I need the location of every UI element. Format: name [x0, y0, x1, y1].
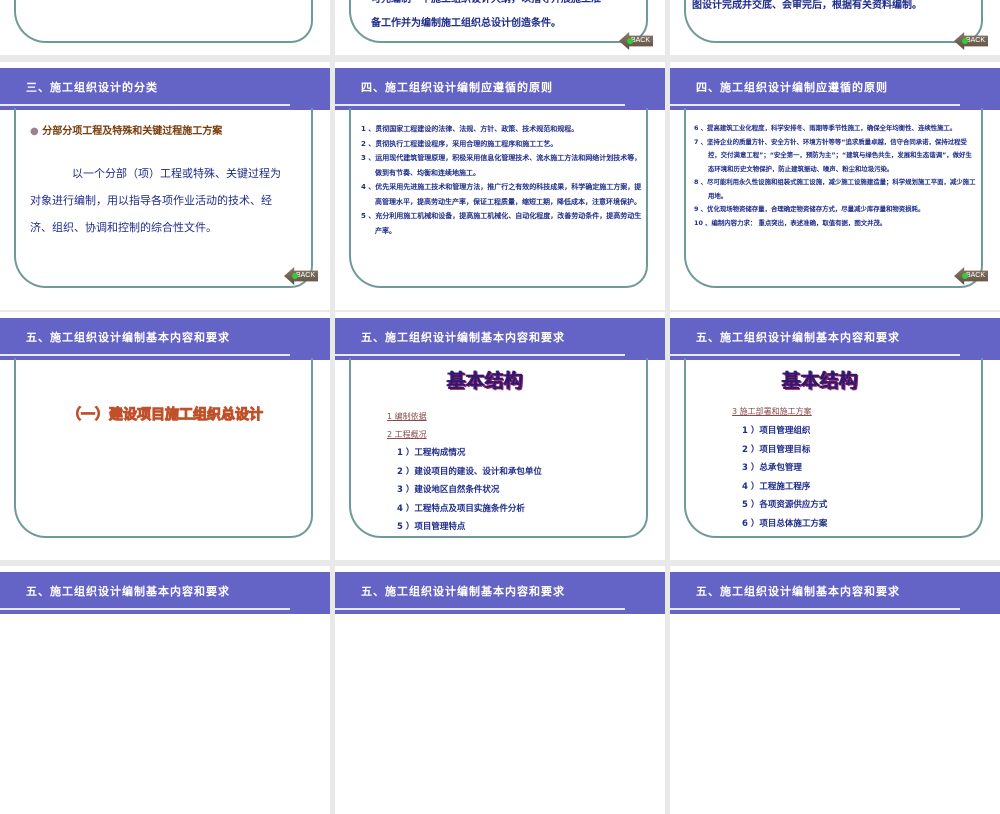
list-item: 7 、坚持企业的质量方针、安全方针、环境方针等等“追求质量卓越，信守合同承诺，保…	[694, 137, 972, 173]
list-item: 10 、编制内容力求： 重点突出，表述准确，取值有据，图文并茂。	[694, 218, 887, 227]
slide-thumbnail-7[interactable]: 五、施工组织设计编制基本内容和要求 （一）建设项目施工组织总设计	[0, 312, 330, 560]
list-item: 3 、运用现代建筑管理原理，积极采用信息化管理技术、流水施工方法和网络计划技术等…	[361, 154, 642, 177]
slide-title: 五、施工组织设计编制基本内容和要求	[26, 331, 230, 344]
slide-bullet: 分部分项工程及特殊和关键过程施工方案	[42, 126, 223, 137]
slide-title: 五、施工组织设计编制基本内容和要求	[361, 331, 565, 344]
list-item: 2 ）项目管理目标	[742, 444, 811, 455]
slide-thumbnail-5[interactable]: 四、施工组织设计编制应遵循的原则 1 、贯彻国家工程建设的法律、法规、方针、政策…	[335, 62, 665, 310]
slide-text: 可先编制一个施工组织设计大纲，以指导开展施工准	[371, 0, 601, 12]
slide-heading: 基本结构	[446, 370, 523, 392]
bullet-icon: ●	[30, 126, 39, 137]
slide-title: 三、施工组织设计的分类	[26, 81, 158, 94]
slide-title: 五、施工组织设计编制基本内容和要求	[696, 585, 900, 598]
list-item: 9 、优化现场物资储存量，合理确定物资储存方式，尽量减少库存量和物资损耗。	[694, 205, 925, 213]
list-item: 2 ）建设项目的建设、设计和承包单位	[397, 466, 542, 477]
hyperlink[interactable]: 2 工程概况	[387, 426, 427, 444]
list-item: 4 、优先采用先进施工技术和管理方法，推广行之有效的科技成果，科学确定施工方案，…	[361, 183, 642, 206]
slide-thumbnail-8[interactable]: 五、施工组织设计编制基本内容和要求 基本结构 1 编制依据 2 工程概况 1 ）…	[335, 312, 665, 560]
list-item: 2 、贯彻执行工程建设程序，采用合理的施工程序和施工工艺。	[361, 139, 558, 148]
slide-thumbnail-2[interactable]: 可先编制一个施工组织设计大纲，以指导开展施工准 备工作并为编制施工组织总设计创造…	[335, 0, 665, 55]
list-item: 5 、充分利用施工机械和设备，提高施工机械化、自动化程度，改善劳动条件，提高劳动…	[361, 212, 642, 235]
list-item: 1 、贯彻国家工程建设的法律、法规、方针、政策、技术规范和规程。	[361, 125, 579, 133]
slide-title: 五、施工组织设计编制基本内容和要求	[696, 331, 900, 344]
list-item: 1 ）工程构成情况	[397, 448, 466, 458]
list-item: 4 ）工程特点及项目实施条件分析	[397, 503, 525, 514]
hyperlink[interactable]: 3 施工部署和施工方案	[732, 406, 812, 417]
slide-thumbnail-4[interactable]: 三、施工组织设计的分类 ● 分部分项工程及特殊和关键过程施工方案 以一个分部（项…	[0, 62, 330, 310]
slide-title: 五、施工组织设计编制基本内容和要求	[361, 585, 565, 598]
slide-title: 四、施工组织设计编制应遵循的原则	[361, 81, 553, 94]
slide-thumbnail-6[interactable]: 四、施工组织设计编制应遵循的原则 6 、提高建筑工业化程度，科学安排冬、雨期等季…	[670, 62, 1000, 310]
list-item: 6 、提高建筑工业化程度，科学安排冬、雨期等季节性施工，确保全年均衡性、连续性施…	[694, 124, 957, 132]
slide-text: 备工作并为编制施工组织总设计创造条件。	[371, 18, 561, 29]
slide-thumbnail-1[interactable]	[0, 0, 330, 55]
slide-text: 图设计完成并交底、会审完后，根据有关资料编制。	[692, 0, 922, 11]
slide-thumbnail-10[interactable]: 五、施工组织设计编制基本内容和要求	[0, 566, 330, 814]
slide-thumbnail-3[interactable]: 图设计完成并交底、会审完后，根据有关资料编制。 BACK	[670, 0, 1000, 55]
list-item: 3 ）总承包管理	[742, 463, 802, 473]
slide-title: 四、施工组织设计编制应遵循的原则	[696, 81, 888, 94]
slide-thumbnail-9[interactable]: 五、施工组织设计编制基本内容和要求 基本结构 3 施工部署和施工方案 1 ）项目…	[670, 312, 1000, 560]
list-item: 8 、尽可能利用永久性设施和组装式施工设施，减少施工设施建造量；科学规划施工平面…	[694, 178, 976, 200]
slide-thumbnail-12[interactable]: 五、施工组织设计编制基本内容和要求	[670, 566, 1000, 814]
list-item: 3 ）建设地区自然条件状况	[397, 485, 500, 495]
slide-heading: （一）建设项目施工组织总设计	[67, 407, 264, 424]
hyperlink[interactable]: 1 编制依据	[387, 408, 427, 426]
slide-heading: 基本结构	[781, 370, 858, 392]
slide-title: 五、施工组织设计编制基本内容和要求	[26, 585, 230, 598]
slide-header: 三、施工组织设计的分类	[0, 68, 330, 110]
list-item: 6 ）项目总体施工方案	[742, 518, 828, 529]
slide-thumbnail-11[interactable]: 五、施工组织设计编制基本内容和要求	[335, 566, 665, 814]
list-item: 4 ）工程施工程序	[742, 481, 811, 492]
list-item: 1 ）项目管理组织	[742, 426, 811, 436]
slide-body: 以一个分部（项）工程或特殊、关键过程为对象进行编制，用以指导各项作业活动的技术、…	[30, 167, 281, 234]
list-item: 5 ）项目管理特点	[397, 522, 466, 532]
list-item: 5 ）各项资源供应方式	[742, 500, 828, 510]
